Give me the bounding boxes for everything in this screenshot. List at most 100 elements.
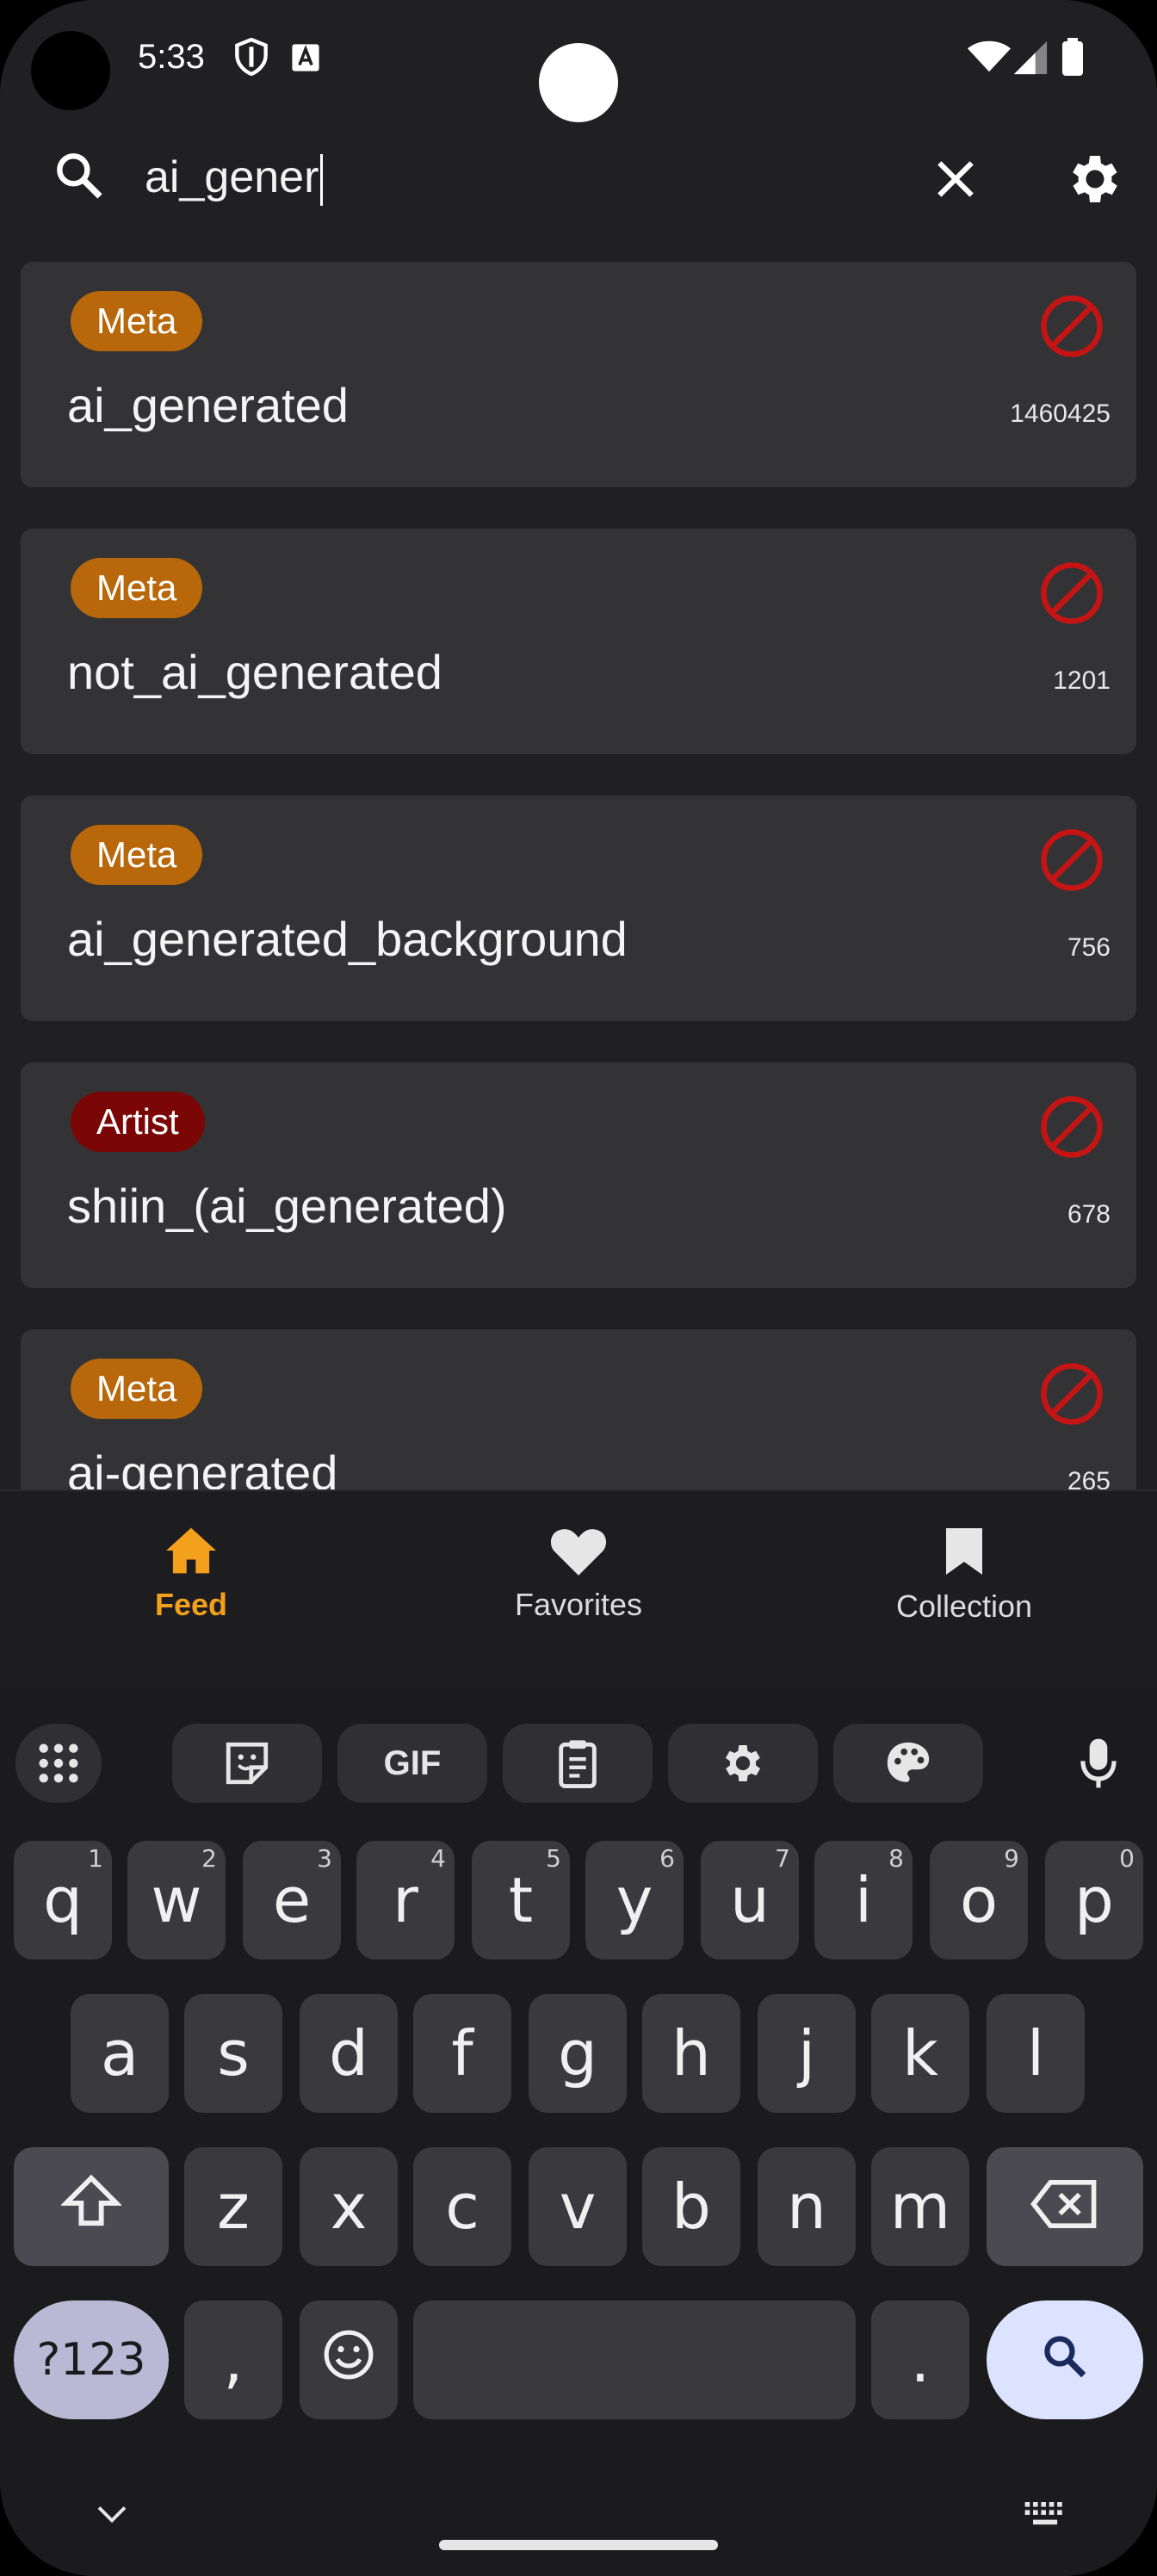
clock: 5:33 [138, 38, 205, 76]
mic-icon[interactable] [1055, 1724, 1142, 1803]
palette-icon[interactable] [833, 1724, 983, 1803]
block-icon[interactable] [1038, 1360, 1105, 1432]
font-a-icon [291, 43, 320, 77]
camera-cutout [31, 31, 110, 110]
backspace-key[interactable] [987, 2147, 1143, 2266]
key-e[interactable]: e3 [243, 1841, 341, 1960]
tag-result-item[interactable]: Artist shiin_(ai_generated) 678 [21, 1062, 1136, 1288]
sticker-icon[interactable] [172, 1724, 322, 1803]
tag-result-item[interactable]: Meta not_ai_generated 1201 [21, 529, 1136, 754]
gif-button[interactable]: GIF [337, 1724, 487, 1803]
key-label: i [854, 1864, 872, 1936]
home-icon [164, 1527, 219, 1579]
block-icon[interactable] [1038, 1093, 1105, 1165]
key-hint: 5 [546, 1844, 561, 1873]
comma-key[interactable]: , [184, 2300, 282, 2419]
heart-icon [550, 1529, 607, 1579]
chevron-down-icon[interactable] [96, 2504, 127, 2529]
bookmark-icon [944, 1528, 985, 1581]
key-label: w [151, 1864, 202, 1936]
key-d[interactable]: d [300, 1994, 398, 2113]
tag-result-item[interactable]: Meta ai-generated 265 [21, 1329, 1136, 1489]
nav-collection[interactable]: Collection [835, 1526, 1093, 1625]
key-l[interactable]: l [987, 1994, 1085, 2113]
key-hint: 7 [775, 1844, 790, 1873]
gear-icon[interactable] [668, 1724, 818, 1803]
tag-result-item[interactable]: Meta ai_generated_background 756 [21, 796, 1136, 1021]
keyboard-icon[interactable] [1024, 2502, 1067, 2532]
search-icon [1040, 2324, 1090, 2396]
category-badge: Artist [71, 1092, 205, 1152]
post-count: 1460425 [1010, 399, 1111, 428]
key-hint: 2 [201, 1844, 217, 1873]
key-h[interactable]: h [642, 1994, 740, 2113]
key-r[interactable]: r4 [356, 1841, 455, 1960]
period-key[interactable]: . [871, 2300, 969, 2419]
key-x[interactable]: x [300, 2147, 398, 2266]
key-j[interactable]: j [758, 1994, 856, 2113]
key-hint: 4 [430, 1844, 446, 1873]
post-count: 756 [1067, 933, 1111, 962]
category-badge: Meta [71, 1359, 203, 1419]
key-hint: 0 [1119, 1844, 1135, 1873]
close-icon[interactable] [931, 155, 980, 207]
key-u[interactable]: u7 [701, 1841, 799, 1960]
search-query: ai_gener [145, 152, 319, 202]
space-key[interactable] [413, 2300, 856, 2419]
on-screen-keyboard: GIF q1 w2 e3 r4 t5 y6 u7 i8 o9 p0 a s d … [0, 1687, 1157, 2576]
key-label: u [730, 1864, 770, 1936]
block-icon[interactable] [1038, 560, 1105, 631]
emoji-key[interactable] [300, 2300, 398, 2419]
key-hint: 8 [888, 1844, 904, 1873]
tag-name: shiin_(ai_generated) [67, 1179, 507, 1233]
key-label: o [959, 1864, 999, 1936]
key-o[interactable]: o9 [930, 1841, 1028, 1960]
shield-icon [234, 37, 269, 80]
nav-favorites[interactable]: Favorites [449, 1526, 708, 1623]
key-w[interactable]: w2 [127, 1841, 226, 1960]
apps-grid-icon[interactable] [15, 1724, 102, 1803]
block-icon[interactable] [1038, 827, 1105, 898]
key-m[interactable]: m [871, 2147, 969, 2266]
key-n[interactable]: n [758, 2147, 856, 2266]
symbols-key[interactable]: ?123 [14, 2300, 169, 2419]
key-label: y [616, 1864, 653, 1936]
key-label: q [43, 1864, 83, 1936]
shift-key[interactable] [14, 2147, 169, 2266]
app-area: 5:33 ai_gener Meta ai_generated 1460425 … [0, 0, 1157, 1489]
key-a[interactable]: a [71, 1994, 169, 2113]
tag-name: not_ai_generated [67, 645, 442, 699]
home-indicator[interactable] [439, 2540, 718, 2550]
key-f[interactable]: f [413, 1994, 511, 2113]
search-input[interactable]: ai_gener [145, 152, 324, 207]
key-label: r [393, 1864, 418, 1936]
nav-feed[interactable]: Feed [62, 1526, 320, 1623]
phone-screen: 5:33 ai_gener Meta ai_generated 1460425 … [0, 0, 1157, 2576]
key-k[interactable]: k [871, 1994, 969, 2113]
block-icon[interactable] [1038, 293, 1105, 364]
key-label: e [272, 1864, 312, 1936]
clipboard-icon[interactable] [503, 1724, 653, 1803]
gear-icon[interactable] [1064, 148, 1126, 214]
key-v[interactable]: v [529, 2147, 627, 2266]
text-cursor [320, 154, 324, 207]
search-bar: ai_gener [0, 129, 1157, 232]
backspace-icon [1030, 2170, 1099, 2243]
search-icon[interactable] [52, 148, 107, 207]
key-i[interactable]: i8 [814, 1841, 913, 1960]
key-c[interactable]: c [413, 2147, 511, 2266]
key-t[interactable]: t5 [472, 1841, 570, 1960]
category-badge: Meta [71, 558, 203, 618]
key-s[interactable]: s [184, 1994, 282, 2113]
key-hint: 9 [1004, 1844, 1019, 1873]
key-p[interactable]: p0 [1045, 1841, 1143, 1960]
key-b[interactable]: b [642, 2147, 740, 2266]
nav-label: Collection [895, 1588, 1033, 1624]
key-q[interactable]: q1 [14, 1841, 112, 1960]
key-z[interactable]: z [184, 2147, 282, 2266]
key-hint: 1 [88, 1844, 103, 1873]
key-y[interactable]: y6 [585, 1841, 684, 1960]
search-key[interactable] [987, 2300, 1143, 2419]
key-g[interactable]: g [529, 1994, 627, 2113]
tag-result-item[interactable]: Meta ai_generated 1460425 [21, 262, 1136, 487]
